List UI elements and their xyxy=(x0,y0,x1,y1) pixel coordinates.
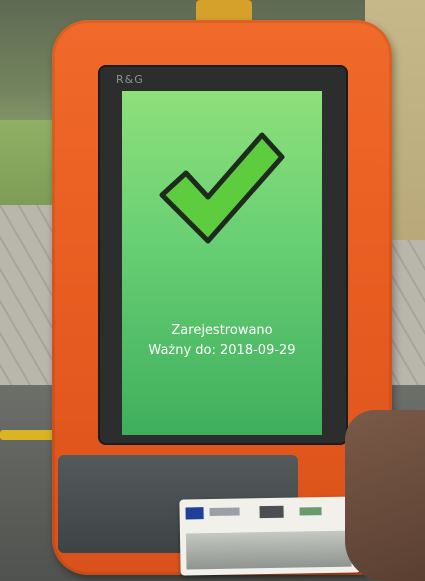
eu-flag-icon xyxy=(185,507,204,520)
checkmark-icon xyxy=(159,132,285,244)
brand-logo: R&G xyxy=(116,73,144,86)
card-logo xyxy=(209,507,240,517)
status-message: Zarejestrowano xyxy=(171,323,273,338)
transit-card[interactable] xyxy=(179,496,361,576)
validator-screen: Zarejestrowano Ważny do: 2018-09-29 xyxy=(122,91,322,435)
card-logo xyxy=(299,507,322,516)
hand xyxy=(345,410,425,581)
screen-bezel: R&G Zarejestrowano Ważny do: 2018-09-29 xyxy=(98,65,348,445)
card-logo xyxy=(259,505,284,519)
validity-date: Ważny do: 2018-09-29 xyxy=(148,343,296,358)
card-image xyxy=(185,530,352,570)
